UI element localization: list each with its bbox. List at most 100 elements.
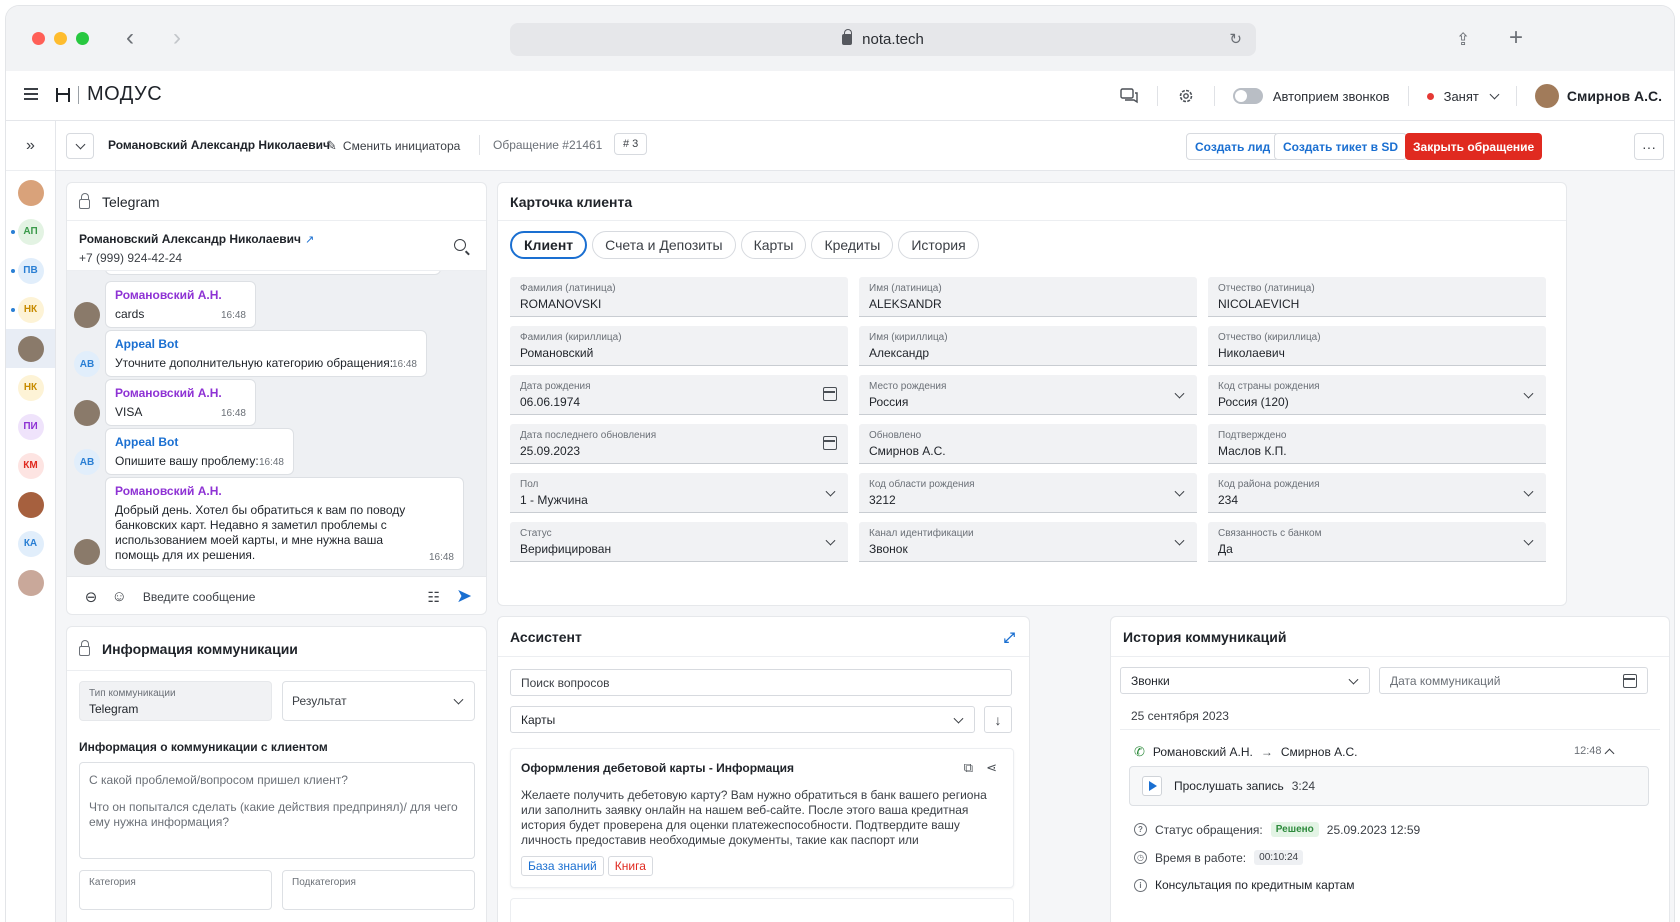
new-tab-icon[interactable]: + [1509, 24, 1523, 52]
field-label: Дата последнего обновления [520, 430, 657, 441]
close-appeal-button[interactable]: Закрыть обращение [1405, 133, 1543, 160]
collapse-button[interactable] [66, 133, 94, 159]
tab-client[interactable]: Клиент [510, 231, 588, 259]
rail-conversation-item[interactable]: НК [6, 290, 55, 329]
message-bubble: Романовский А.Н. VISA 16:48 [105, 379, 256, 426]
result-select[interactable]: Результат [282, 681, 475, 721]
forward-arrow-icon[interactable]: › [173, 26, 181, 50]
tab-credits[interactable]: Кредиты [811, 231, 894, 259]
app-logo[interactable]: МОДУС [56, 83, 162, 106]
question-search-input[interactable]: Поиск вопросов [510, 669, 1012, 696]
assistant-category-select[interactable]: Карты [510, 706, 975, 733]
field-value: ROMANOVSKI [520, 297, 602, 311]
client-field[interactable]: Отчество (латиница) NICOLAEVICH [1208, 277, 1546, 317]
rail-conversation-item[interactable] [6, 173, 55, 212]
field-value: 234 [1218, 493, 1239, 507]
appeal-number: Обращение #21461 [493, 138, 603, 152]
client-field[interactable]: Статус Верифицирован [510, 522, 848, 562]
share-icon[interactable]: ⇪ [1456, 30, 1470, 50]
rail-conversation-item[interactable]: ПИ [6, 407, 55, 446]
client-field[interactable]: Имя (латиница) ALEKSANDR [859, 277, 1197, 317]
tab-cards[interactable]: Карты [740, 231, 807, 259]
rail-conversation-item[interactable] [6, 329, 55, 368]
client-field[interactable]: Код области рождения 3212 [859, 473, 1197, 513]
change-initiator-button[interactable]: ✎ Сменить инициатора [326, 138, 460, 154]
minimize-window-button[interactable] [54, 32, 67, 45]
knowledge-article[interactable]: Оформления дебетовой карты - Информация … [510, 748, 1014, 888]
client-field[interactable]: Дата рождения 06.06.1974 [510, 375, 848, 415]
create-ticket-button[interactable]: Создать тикет в SD [1274, 133, 1408, 160]
calendar-icon[interactable] [823, 387, 837, 401]
message-author: Романовский А.Н. [115, 484, 222, 498]
search-icon[interactable] [454, 239, 466, 251]
appeal-toolbar: Романовский Александр Николаевич ✎ Сменит… [56, 121, 1674, 171]
external-link-icon[interactable]: ↗ [305, 234, 314, 246]
client-field[interactable]: Имя (кириллица) Александр [859, 326, 1197, 366]
status-label: Занят [1443, 88, 1479, 104]
calendar-icon[interactable] [1623, 674, 1637, 688]
rail-conversation-item[interactable] [6, 485, 55, 524]
client-field[interactable]: Связанность с банком Да [1208, 522, 1546, 562]
history-header: История коммуникаций [1111, 617, 1669, 657]
play-recording-button[interactable]: Прослушать запись 3:24 [1129, 766, 1649, 806]
history-item: ✆ Романовский А.Н. → Смирнов А.С. 12:48 … [1120, 729, 1660, 909]
communication-notes-textarea[interactable]: С какой проблемой/вопросом пришел клиент… [79, 762, 475, 859]
client-field[interactable]: Фамилия (кириллица) Романовский [510, 326, 848, 366]
create-lead-button[interactable]: Создать лид [1186, 133, 1280, 160]
address-bar[interactable]: nota.tech ↻ [510, 23, 1256, 56]
rail-conversation-item[interactable]: КА [6, 524, 55, 563]
client-field[interactable]: Канал идентификации Звонок [859, 522, 1197, 562]
sort-down-icon[interactable]: ↓ [984, 706, 1012, 733]
close-window-button[interactable] [32, 32, 45, 45]
reload-icon[interactable]: ↻ [1229, 30, 1242, 48]
rail-conversation-item[interactable]: КМ [6, 446, 55, 485]
rail-conversation-item[interactable]: АП [6, 212, 55, 251]
status-dropdown[interactable]: Занят [1426, 88, 1500, 104]
tab-accounts[interactable]: Счета и Депозиты [592, 231, 736, 259]
rail-conversation-item[interactable]: НК [6, 368, 55, 407]
gear-icon[interactable] [1176, 86, 1196, 106]
expand-icon[interactable]: ⤢ [1004, 629, 1015, 646]
book-tag[interactable]: Книга [607, 856, 653, 876]
chevron-up-icon[interactable] [1604, 748, 1615, 759]
client-field[interactable]: Подтверждено Маслов К.П. [1208, 424, 1546, 464]
history-date-input[interactable]: Дата коммуникаций [1379, 667, 1648, 694]
calendar-icon[interactable] [823, 436, 837, 450]
tab-history[interactable]: История [898, 231, 979, 259]
back-arrow-icon[interactable]: ‹ [126, 26, 134, 50]
templates-icon[interactable]: ☷ [427, 589, 440, 606]
client-field[interactable]: Фамилия (латиница) ROMANOVSKI [510, 277, 848, 317]
client-field[interactable]: Место рождения Россия [859, 375, 1197, 415]
history-type-select[interactable]: Звонки [1120, 667, 1370, 694]
recording-duration: 3:24 [1291, 779, 1316, 793]
contact-phone: +7 (999) 924-42-24 [79, 251, 183, 265]
client-field[interactable]: Дата последнего обновления 25.09.2023 [510, 424, 848, 464]
emoji-icon[interactable]: ☺ [112, 588, 127, 605]
client-field[interactable]: Отчество (кириллица) Николаевич [1208, 326, 1546, 366]
share-icon[interactable]: ⋖ [986, 760, 997, 776]
initiator-name: Романовский Александр Николаевич [108, 138, 330, 152]
client-field[interactable]: Пол 1 - Мужчина [510, 473, 848, 513]
maximize-window-button[interactable] [76, 32, 89, 45]
knowledge-base-tag[interactable]: База знаний [521, 856, 604, 876]
rail-conversation-item[interactable] [6, 563, 55, 602]
client-field[interactable]: Обновлено Смирнов А.С. [859, 424, 1197, 464]
category-select[interactable]: Категория [79, 870, 272, 910]
rail-conversation-item[interactable]: ПВ [6, 251, 55, 290]
more-options-button[interactable]: ··· [1634, 133, 1664, 160]
subcategory-select[interactable]: Подкатегория [282, 870, 475, 910]
user-name: Смирнов А.С. [1566, 88, 1662, 104]
client-field[interactable]: Код района рождения 234 [1208, 473, 1546, 513]
user-menu[interactable]: Смирнов А.С. [1534, 84, 1662, 108]
menu-icon[interactable] [24, 88, 38, 100]
chat-icon[interactable] [1119, 86, 1139, 106]
header-actions: Автоприем звонков Занят Смирнов А.С. [1119, 71, 1662, 121]
autoaccept-toggle[interactable] [1232, 88, 1263, 104]
message-input[interactable]: Введите сообщение [143, 590, 256, 604]
work-time-label: Время в работе: [1155, 850, 1247, 865]
paperclip-icon[interactable]: ⊘ [80, 586, 102, 607]
copy-icon[interactable]: ⧉ [964, 760, 973, 776]
expand-rail-icon[interactable]: » [6, 121, 55, 171]
client-field[interactable]: Код страны рождения Россия (120) [1208, 375, 1546, 415]
send-icon[interactable]: ➤ [456, 585, 472, 608]
